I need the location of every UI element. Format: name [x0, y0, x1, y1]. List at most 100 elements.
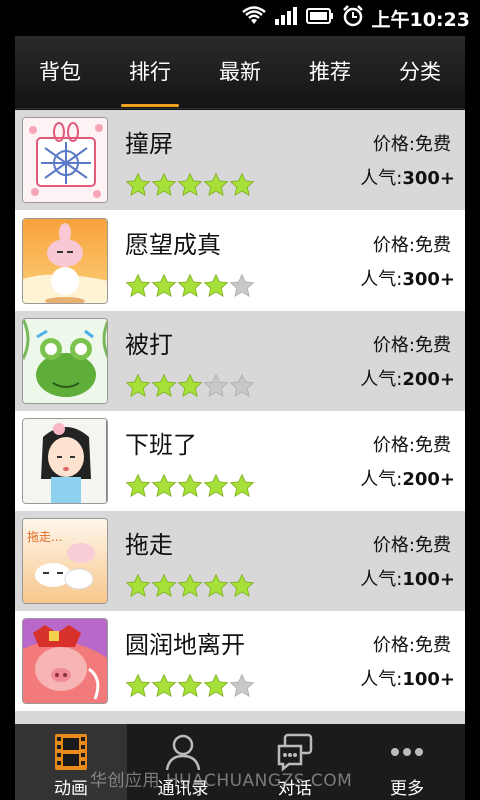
star-filled-icon	[229, 172, 255, 196]
item-thumbnail	[22, 117, 108, 203]
price-text: 价格:免费	[373, 231, 451, 257]
star-filled-icon	[151, 473, 177, 497]
popularity-label: 人气:	[360, 469, 403, 490]
star-filled-icon	[151, 172, 177, 196]
price-value: 免费	[415, 235, 451, 256]
star-filled-icon	[177, 573, 203, 597]
tab-backpack[interactable]: 背包	[15, 36, 105, 109]
star-empty-icon	[203, 373, 229, 397]
rating-stars	[125, 373, 255, 399]
list-item[interactable]: 撞屏 价格:免费 人气:300+	[15, 110, 465, 210]
popularity-value: 300+	[402, 168, 455, 189]
app-frame: 背包 排行 最新 推荐 分类 撞屏 价格:免费 人气:300+ 愿望成真 价格:…	[15, 36, 465, 800]
popularity-text: 人气:100+	[360, 565, 455, 591]
popularity-label: 人气:	[360, 269, 403, 290]
price-text: 价格:免费	[373, 631, 451, 657]
star-filled-icon	[203, 473, 229, 497]
list-item[interactable]: 圆润地离开 价格:免费 人气:100+	[15, 611, 465, 711]
star-filled-icon	[177, 473, 203, 497]
popularity-label: 人气:	[360, 569, 403, 590]
item-thumbnail	[22, 318, 108, 404]
popularity-value: 200+	[402, 369, 455, 390]
tab-category[interactable]: 分类	[375, 36, 465, 109]
star-filled-icon	[151, 373, 177, 397]
clock: 上午10:23	[371, 8, 470, 31]
star-filled-icon	[125, 273, 151, 297]
tab-newest[interactable]: 最新	[195, 36, 285, 109]
list-item[interactable]: 下班了 价格:免费 人气:200+	[15, 411, 465, 511]
popularity-text: 人气:100+	[360, 665, 455, 691]
star-filled-icon	[203, 273, 229, 297]
price-text: 价格:免费	[373, 331, 451, 357]
star-filled-icon	[125, 473, 151, 497]
list-item-partial	[15, 711, 465, 725]
thumbnail-caption: 拖走...	[27, 530, 62, 544]
list-item[interactable]: 被打 价格:免费 人气:200+	[15, 311, 465, 411]
popularity-value: 100+	[402, 669, 455, 690]
star-filled-icon	[125, 373, 151, 397]
star-empty-icon	[229, 673, 255, 697]
star-empty-icon	[229, 373, 255, 397]
tab-ranking[interactable]: 排行	[105, 36, 195, 109]
popularity-value: 200+	[402, 469, 455, 490]
price-label: 价格:	[372, 134, 415, 155]
rating-stars	[125, 673, 255, 699]
list-item[interactable]: 愿望成真 价格:免费 人气:300+	[15, 211, 465, 311]
star-filled-icon	[151, 573, 177, 597]
price-label: 价格:	[372, 635, 415, 656]
price-value: 免费	[415, 535, 451, 556]
item-name: 撞屏	[125, 130, 173, 158]
item-thumbnail	[22, 618, 108, 704]
price-text: 价格:免费	[373, 431, 451, 457]
star-filled-icon	[151, 673, 177, 697]
popularity-label: 人气:	[360, 168, 403, 189]
price-value: 免费	[415, 635, 451, 656]
star-filled-icon	[177, 273, 203, 297]
price-value: 免费	[415, 134, 451, 155]
popularity-value: 100+	[402, 569, 455, 590]
tab-recommended[interactable]: 推荐	[285, 36, 375, 109]
price-value: 免费	[415, 335, 451, 356]
rating-stars	[125, 172, 255, 198]
alarm-icon	[342, 5, 364, 31]
star-filled-icon	[151, 273, 177, 297]
item-name: 下班了	[125, 431, 197, 459]
popularity-label: 人气:	[360, 669, 403, 690]
popularity-text: 人气:200+	[360, 465, 455, 491]
rating-stars	[125, 273, 255, 299]
item-thumbnail	[22, 218, 108, 304]
nav-more[interactable]: 更多	[351, 724, 463, 800]
item-thumbnail: 拖走...	[22, 518, 108, 604]
popularity-text: 人气:200+	[360, 365, 455, 391]
nav-label: 更多	[390, 779, 424, 799]
price-value: 免费	[415, 435, 451, 456]
item-name: 愿望成真	[125, 231, 221, 259]
rating-stars	[125, 573, 255, 599]
signal-icon	[274, 6, 298, 30]
wifi-icon	[241, 6, 266, 30]
item-name: 圆润地离开	[125, 631, 245, 659]
star-filled-icon	[229, 573, 255, 597]
popularity-text: 人气:300+	[360, 164, 455, 190]
star-filled-icon	[125, 673, 151, 697]
animation-list: 撞屏 价格:免费 人气:300+ 愿望成真 价格:免费 人气:300+ 被打 价…	[15, 110, 465, 725]
star-filled-icon	[125, 172, 151, 196]
star-filled-icon	[177, 172, 203, 196]
star-filled-icon	[177, 373, 203, 397]
star-filled-icon	[229, 473, 255, 497]
price-text: 价格:免费	[373, 531, 451, 557]
price-label: 价格:	[372, 535, 415, 556]
item-name: 拖走	[125, 531, 173, 559]
price-label: 价格:	[372, 235, 415, 256]
popularity-text: 人气:300+	[360, 265, 455, 291]
status-bar: 上午10:23	[0, 0, 480, 36]
list-item[interactable]: 拖走... 拖走 价格:免费 人气:100+	[15, 511, 465, 611]
popularity-label: 人气:	[360, 369, 403, 390]
star-filled-icon	[125, 573, 151, 597]
more-icon	[351, 732, 463, 772]
popularity-value: 300+	[402, 269, 455, 290]
star-filled-icon	[203, 673, 229, 697]
star-filled-icon	[203, 172, 229, 196]
watermark: 华创应用 HUACHUANGZS.COM	[90, 771, 353, 791]
item-name: 被打	[125, 331, 173, 359]
